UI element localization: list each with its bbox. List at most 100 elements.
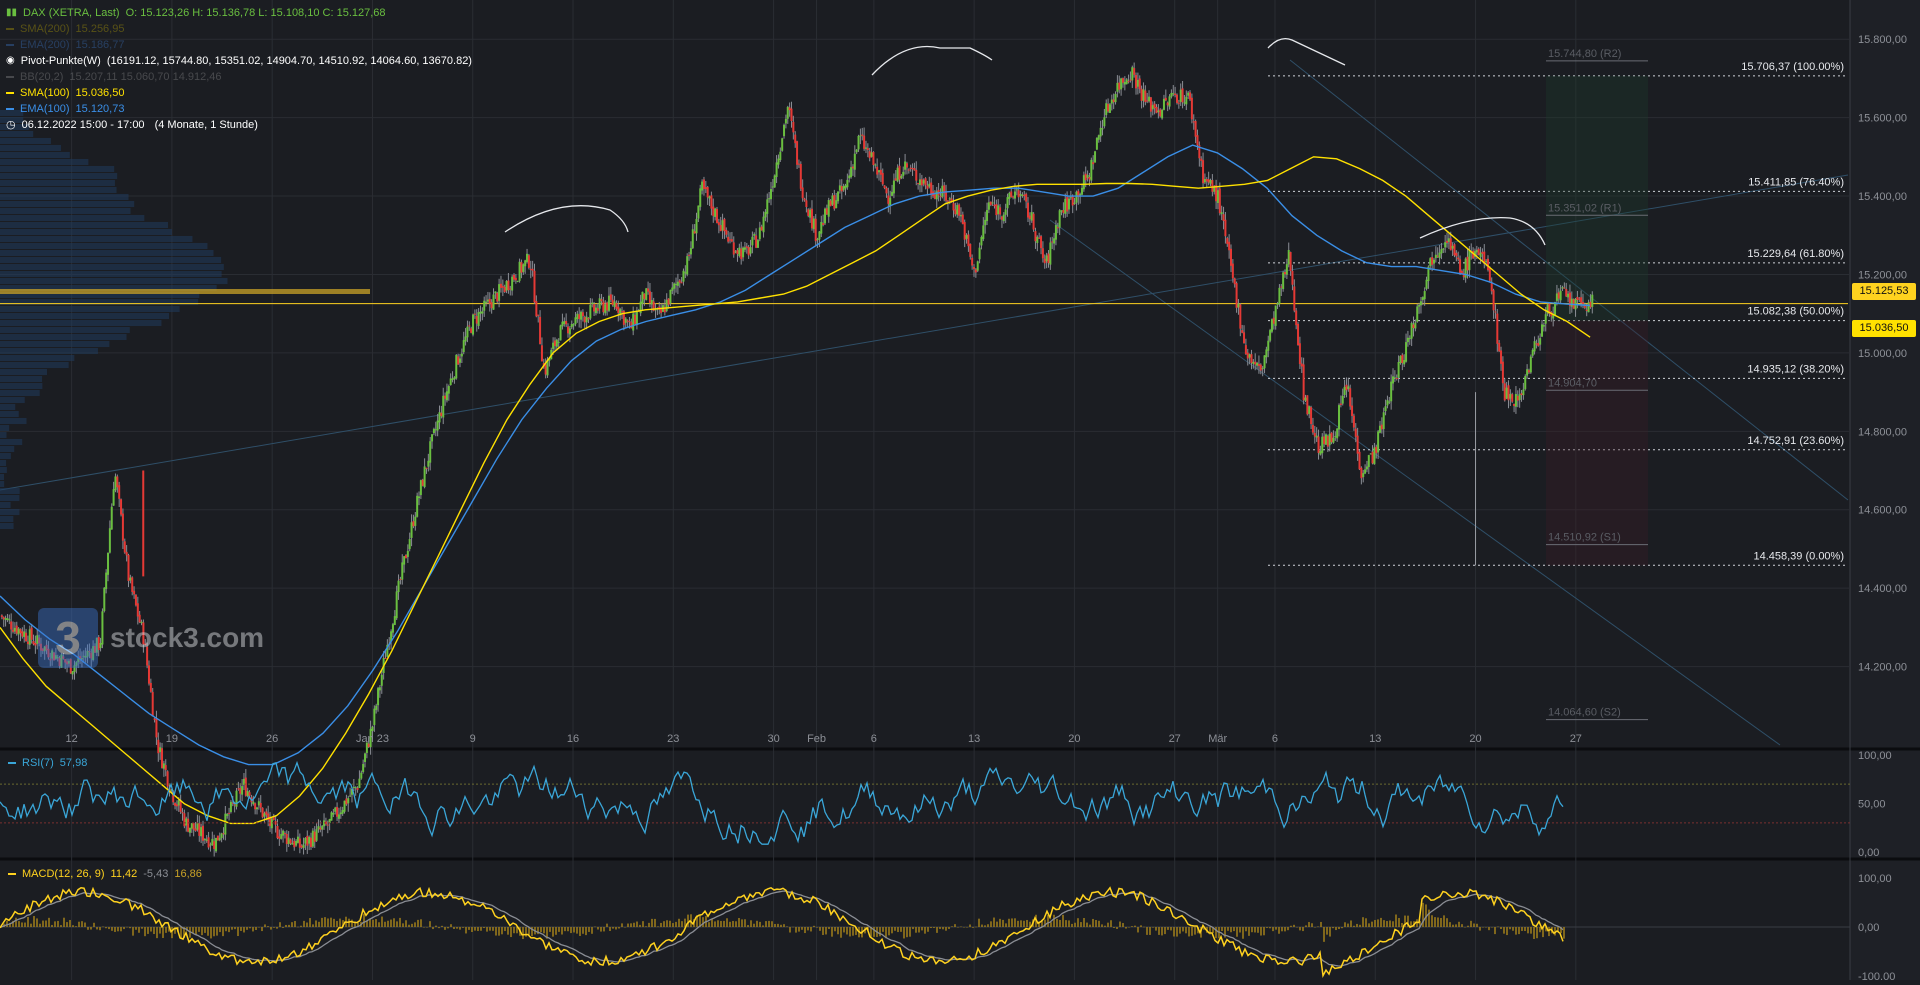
candle-body [357, 788, 359, 790]
candle-body [1224, 220, 1226, 236]
candle-body [1347, 386, 1349, 389]
macd-histogram-bar [1467, 926, 1469, 927]
macd-tick-label: 100,00 [1858, 873, 1892, 885]
legend-pivot[interactable]: ◉ Pivot-Punkte(W) (16191.12, 15744.80, 1… [6, 53, 472, 69]
candle-body [915, 170, 917, 181]
candle-body [1440, 249, 1442, 253]
macd-histogram-bar [753, 924, 755, 927]
candle-body [1591, 295, 1593, 307]
candle-body [33, 641, 35, 644]
legend-sma200[interactable]: SMA(200) 15.256,95 [6, 21, 472, 37]
macd-histogram-bar [651, 919, 653, 927]
macd-histogram-bar [1389, 920, 1391, 927]
macd-histogram-bar [1233, 927, 1235, 931]
macd-histogram-bar [318, 922, 320, 927]
macd-histogram-bar [312, 924, 314, 927]
candle-body [761, 227, 763, 231]
candle-body [19, 629, 21, 633]
candle-body [1310, 407, 1312, 424]
candle-body [1539, 338, 1541, 344]
candle-body [681, 282, 683, 283]
candle-body [1452, 246, 1454, 249]
candle-body [735, 251, 737, 252]
candle-body [630, 322, 632, 328]
candle-body [1394, 377, 1396, 378]
legend-ema100[interactable]: EMA(100) 15.120,73 [6, 101, 472, 117]
candle-body [340, 813, 342, 815]
candle-body [1420, 301, 1422, 305]
candle-body [1256, 363, 1258, 366]
candle-body [1038, 238, 1040, 239]
candle-body [211, 839, 213, 845]
macd-histogram-bar [1329, 927, 1331, 937]
macd-histogram-bar [786, 926, 788, 927]
y-tick-label: 14.400,00 [1858, 583, 1907, 595]
candle-body [1491, 283, 1493, 292]
candle-body [1576, 297, 1578, 300]
ema200-label: EMA(200) [20, 37, 70, 53]
macd-histogram-bar [840, 927, 842, 938]
candle-body [396, 591, 398, 618]
candle-body [990, 202, 992, 205]
candle-body [967, 234, 969, 246]
candle-body [399, 579, 401, 580]
candle-body [699, 188, 701, 207]
macd-histogram-bar [246, 927, 248, 930]
candle-body [958, 205, 960, 216]
candle-body [1187, 93, 1189, 96]
legend-bb[interactable]: BB(20,2) 15.207,11 15.060,70 14.912,46 [6, 69, 472, 85]
macd-histogram-bar [624, 927, 626, 928]
chart-svg[interactable]: 15.706,37 (100.00%) 15.411,85 (76.40%) 15.… [0, 0, 1920, 980]
candle-body [1133, 68, 1135, 75]
macd-histogram-bar [1311, 923, 1313, 927]
candle-body [1180, 90, 1182, 102]
volume-profile-bar [0, 271, 222, 277]
candle-body [809, 210, 811, 218]
legend-ema200[interactable]: EMA(200) 15.186,77 [6, 37, 472, 53]
candle-body [995, 204, 997, 215]
macd-histogram-bar [831, 927, 833, 937]
candle-body [919, 179, 921, 185]
macd-histogram-bar [81, 921, 83, 927]
macd-histogram-bar [1023, 921, 1025, 927]
macd-histogram-bar [39, 924, 41, 927]
candle-body [1278, 288, 1280, 304]
candle-body [116, 477, 118, 488]
candle-body [789, 107, 791, 110]
x-tick-label: 30 [767, 733, 779, 745]
rsi-tick-label: 0,00 [1858, 847, 1879, 859]
macd-histogram-bar [1392, 921, 1394, 927]
macd-histogram-bar [825, 927, 827, 934]
candle-body [353, 787, 355, 788]
candle-body [1565, 289, 1567, 296]
candle-body [731, 239, 733, 241]
candle-body [703, 180, 705, 189]
candle-body [820, 222, 822, 234]
macd-histogram-bar [672, 923, 674, 927]
macd-histogram-bar [1431, 915, 1433, 927]
macd-histogram-bar [1356, 924, 1358, 927]
candle-body [1092, 162, 1094, 164]
legend-sma100[interactable]: SMA(100) 15.036,50 [6, 85, 472, 101]
macd-histogram-bar [954, 924, 956, 927]
legend-instrument[interactable]: ▮▮ DAX (XETRA, Last) O: 15.123,26 H: 15.… [6, 5, 472, 21]
candle-body [854, 154, 856, 170]
candle-body [295, 841, 297, 846]
candle-body [1016, 189, 1018, 190]
candle-body [573, 324, 575, 325]
legend-timeframe[interactable]: ◷ 06.12.2022 15:00 - 17:00 (4 Monate, 1 … [6, 117, 472, 133]
y-tick-label: 14.600,00 [1858, 505, 1907, 517]
macd-histogram-bar [1284, 927, 1286, 931]
macd-histogram-bar [1380, 918, 1382, 927]
rsi-legend[interactable]: RSI(7) 57,98 [8, 757, 87, 769]
candle-body [187, 819, 189, 832]
candle-body [520, 262, 522, 273]
candle-body [1273, 318, 1275, 324]
candle-body [1100, 128, 1102, 137]
macd-histogram-bar [273, 927, 275, 928]
candle-body [155, 719, 157, 737]
candle-body [649, 291, 651, 303]
candle-body [453, 377, 455, 379]
macd-legend[interactable]: MACD(12, 26, 9) 11,42 -5,43 16,86 [8, 868, 202, 880]
macd-histogram-bar [828, 927, 830, 929]
